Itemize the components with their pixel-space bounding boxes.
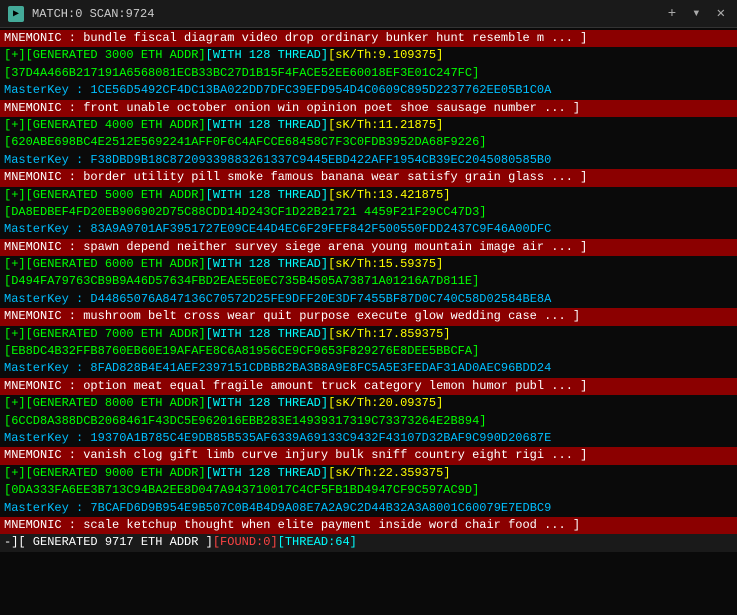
line-11: MasterKey : 83A9A9701AF3951727E09CE44D4E… (0, 221, 737, 238)
line-29: -][ GENERATED 9717 ETH ADDR ][FOUND:0][T… (0, 534, 737, 551)
title-text: MATCH:0 SCAN:9724 (32, 7, 656, 21)
line-9: [+][GENERATED 5000 ETH ADDR][WITH 128 TH… (0, 187, 737, 204)
add-tab-button[interactable]: + (664, 6, 680, 22)
line-10: [DA8EDBEF4FD20EB906902D75C88CDD14D243CF1… (0, 204, 737, 221)
line-19: MasterKey : 8FAD828B4E41AEF2397151CDBBB2… (0, 360, 737, 377)
line-5: [+][GENERATED 4000 ETH ADDR][WITH 128 TH… (0, 117, 737, 134)
line-6: [620ABE698BC4E2512E5692241AFF0F6C4AFCCE6… (0, 134, 737, 151)
line-16: MNEMONIC : mushroom belt cross wear quit… (0, 308, 737, 325)
line-27: MasterKey : 7BCAFD6D9B954E9B507C0B4B4D9A… (0, 500, 737, 517)
line-4: MNEMONIC : front unable october onion wi… (0, 100, 737, 117)
line-2: [37D4A466B217191A6568081ECB33BC27D1B15F4… (0, 65, 737, 82)
line-15: MasterKey : D44865076A847136C70572D25FE9… (0, 291, 737, 308)
line-7: MasterKey : F38DBD9B18C87209339883261337… (0, 152, 737, 169)
app-icon: ▶ (8, 6, 24, 22)
line-21: [+][GENERATED 8000 ETH ADDR][WITH 128 TH… (0, 395, 737, 412)
line-28: MNEMONIC : scale ketchup thought when el… (0, 517, 737, 534)
line-23: MasterKey : 19370A1B785C4E9DB85B535AF633… (0, 430, 737, 447)
line-13: [+][GENERATED 6000 ETH ADDR][WITH 128 TH… (0, 256, 737, 273)
line-12: MNEMONIC : spawn depend neither survey s… (0, 239, 737, 256)
line-17: [+][GENERATED 7000 ETH ADDR][WITH 128 TH… (0, 326, 737, 343)
line-0: MNEMONIC : bundle fiscal diagram video d… (0, 30, 737, 47)
line-20: MNEMONIC : option meat equal fragile amo… (0, 378, 737, 395)
content-area: MNEMONIC : bundle fiscal diagram video d… (0, 28, 737, 615)
line-26: [0DA333FA6EE3B713C94BA2EE8D047A943710017… (0, 482, 737, 499)
line-8: MNEMONIC : border utility pill smoke fam… (0, 169, 737, 186)
close-button[interactable]: ✕ (713, 5, 729, 22)
line-3: MasterKey : 1CE56D5492CF4DC13BA022DD7DFC… (0, 82, 737, 99)
line-25: [+][GENERATED 9000 ETH ADDR][WITH 128 TH… (0, 465, 737, 482)
title-bar: ▶ MATCH:0 SCAN:9724 + ▾ ✕ (0, 0, 737, 28)
line-18: [EB8DC4B32FFB8760EB60E19AFAFE8C6A81956CE… (0, 343, 737, 360)
line-22: [6CCD8A388DCB2068461F43DC5E962016EBB283E… (0, 413, 737, 430)
line-1: [+][GENERATED 3000 ETH ADDR][WITH 128 TH… (0, 47, 737, 64)
line-24: MNEMONIC : vanish clog gift limb curve i… (0, 447, 737, 464)
dropdown-button[interactable]: ▾ (688, 5, 704, 22)
line-14: [D494FA79763CB9B9A46D57634FBD2EAE5E0EC73… (0, 273, 737, 290)
